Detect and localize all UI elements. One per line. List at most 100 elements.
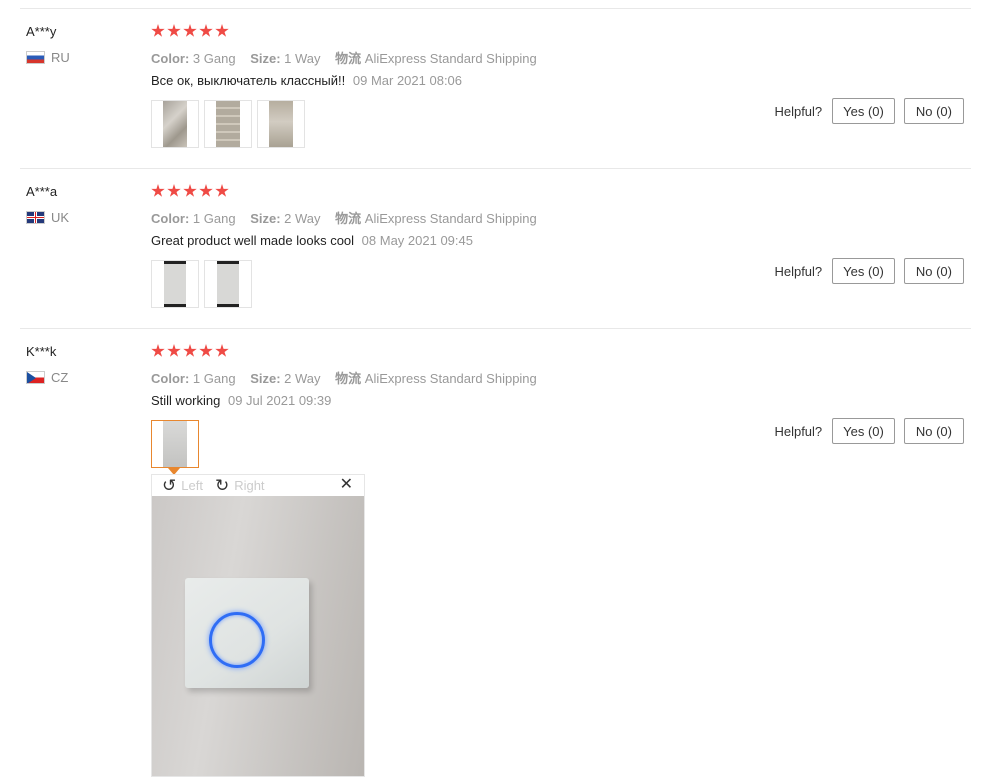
review-item: K***k CZ Color: 1 Gang Size: 2 Way 物流 Al… — [0, 330, 992, 475]
review-body: Still working — [151, 393, 221, 408]
helpful-no-button[interactable]: No (0) — [903, 98, 964, 124]
uk-flag-icon — [26, 211, 45, 224]
review-text: Great product well made looks cool 08 Ma… — [151, 233, 473, 248]
review-photos — [151, 100, 305, 148]
star-icon — [215, 344, 229, 357]
helpful-controls: Helpful? Yes (0) No (0) — [774, 258, 964, 284]
country-code: UK — [51, 210, 70, 225]
rotate-ccw-icon[interactable]: ↺ — [162, 477, 176, 494]
review-item: A***a UK Color: 1 Gang Size: 2 Way 物流 Al… — [0, 170, 992, 328]
rotate-left-button[interactable]: Left — [181, 478, 203, 493]
star-icon — [183, 24, 197, 37]
size-label: Size: — [250, 211, 281, 226]
helpful-no-button[interactable]: No (0) — [903, 418, 964, 444]
review-body: Great product well made looks cool — [151, 233, 355, 248]
enlarged-review-photo — [152, 496, 364, 776]
reviewer-name: A***a — [26, 184, 58, 199]
helpful-label: Helpful? — [774, 103, 823, 119]
logistics-label: 物流 — [335, 211, 362, 226]
review-date: 09 Jul 2021 09:39 — [227, 393, 332, 408]
size-value: 2 Way — [284, 371, 321, 386]
divider — [20, 8, 971, 9]
color-value: 1 Gang — [192, 211, 236, 226]
photo-image — [163, 101, 187, 147]
helpful-controls: Helpful? Yes (0) No (0) — [774, 418, 964, 444]
review-item: A***y RU Color: 3 Gang Size: 1 Way 物流 Al… — [0, 10, 992, 168]
star-icon — [199, 344, 213, 357]
review-text: Still working 09 Jul 2021 09:39 — [151, 393, 331, 408]
star-rating — [151, 344, 229, 358]
photo-image — [163, 421, 187, 467]
rotate-cw-icon[interactable]: ↻ — [215, 477, 229, 494]
helpful-label: Helpful? — [774, 263, 823, 279]
size-value: 2 Way — [284, 211, 321, 226]
photo-viewer-toolbar: ↺ Left ↻ Right ✕ — [152, 475, 364, 496]
color-label: Color: — [151, 371, 190, 386]
helpful-yes-button[interactable]: Yes (0) — [832, 258, 895, 284]
star-icon — [215, 24, 229, 37]
photo-image — [269, 101, 293, 147]
review-photo-thumbnail[interactable] — [151, 260, 199, 308]
reviewer-country: RU — [26, 50, 70, 65]
color-label: Color: — [151, 51, 190, 66]
review-photo-thumbnail[interactable] — [151, 100, 199, 148]
country-code: CZ — [51, 370, 69, 385]
star-icon — [167, 24, 181, 37]
size-label: Size: — [250, 371, 281, 386]
star-icon — [151, 24, 165, 37]
divider — [20, 328, 971, 329]
reviewer-country: CZ — [26, 370, 68, 385]
divider — [20, 168, 971, 169]
helpful-label: Helpful? — [774, 423, 823, 439]
review-photo-thumbnail[interactable] — [204, 260, 252, 308]
photo-image — [216, 101, 240, 147]
review-photos — [151, 420, 199, 475]
product-attributes: Color: 3 Gang Size: 1 Way 物流 AliExpress … — [151, 48, 537, 67]
switch-plate — [185, 578, 309, 688]
size-label: Size: — [250, 51, 281, 66]
star-icon — [183, 344, 197, 357]
star-icon — [215, 184, 229, 197]
logistics-value: AliExpress Standard Shipping — [364, 371, 537, 386]
star-rating — [151, 184, 229, 198]
photo-viewer: ↺ Left ↻ Right ✕ — [151, 474, 365, 777]
reviewer-name: K***k — [26, 344, 57, 359]
review-date: 08 May 2021 09:45 — [361, 233, 473, 248]
product-attributes: Color: 1 Gang Size: 2 Way 物流 AliExpress … — [151, 368, 537, 387]
logistics-value: AliExpress Standard Shipping — [364, 211, 537, 226]
star-icon — [183, 184, 197, 197]
product-attributes: Color: 1 Gang Size: 2 Way 物流 AliExpress … — [151, 208, 537, 227]
review-photos — [151, 260, 252, 308]
star-icon — [151, 184, 165, 197]
close-icon[interactable]: ✕ — [340, 477, 353, 493]
helpful-yes-button[interactable]: Yes (0) — [832, 418, 895, 444]
star-icon — [151, 344, 165, 357]
review-date: 09 Mar 2021 08:06 — [352, 73, 463, 88]
size-value: 1 Way — [284, 51, 321, 66]
helpful-yes-button[interactable]: Yes (0) — [832, 98, 895, 124]
color-value: 1 Gang — [192, 371, 236, 386]
country-code: RU — [51, 50, 70, 65]
helpful-no-button[interactable]: No (0) — [903, 258, 964, 284]
reviewer-country: UK — [26, 210, 69, 225]
color-label: Color: — [151, 211, 190, 226]
touch-ring — [209, 612, 265, 668]
photo-image — [164, 261, 186, 307]
rotate-right-button[interactable]: Right — [234, 478, 264, 493]
logistics-label: 物流 — [335, 371, 362, 386]
star-icon — [167, 344, 181, 357]
star-icon — [199, 184, 213, 197]
star-icon — [167, 184, 181, 197]
review-photo-thumbnail-selected[interactable] — [151, 420, 199, 475]
review-photo-thumbnail[interactable] — [257, 100, 305, 148]
review-text: Все ок, выключатель классный!! 09 Mar 20… — [151, 73, 462, 88]
logistics-label: 物流 — [335, 51, 362, 66]
review-body: Все ок, выключатель классный!! — [151, 73, 346, 88]
russia-flag-icon — [26, 51, 45, 64]
color-value: 3 Gang — [192, 51, 236, 66]
star-icon — [199, 24, 213, 37]
czech-flag-icon — [26, 371, 45, 384]
reviewer-name: A***y — [26, 24, 57, 39]
logistics-value: AliExpress Standard Shipping — [364, 51, 537, 66]
review-photo-thumbnail[interactable] — [204, 100, 252, 148]
